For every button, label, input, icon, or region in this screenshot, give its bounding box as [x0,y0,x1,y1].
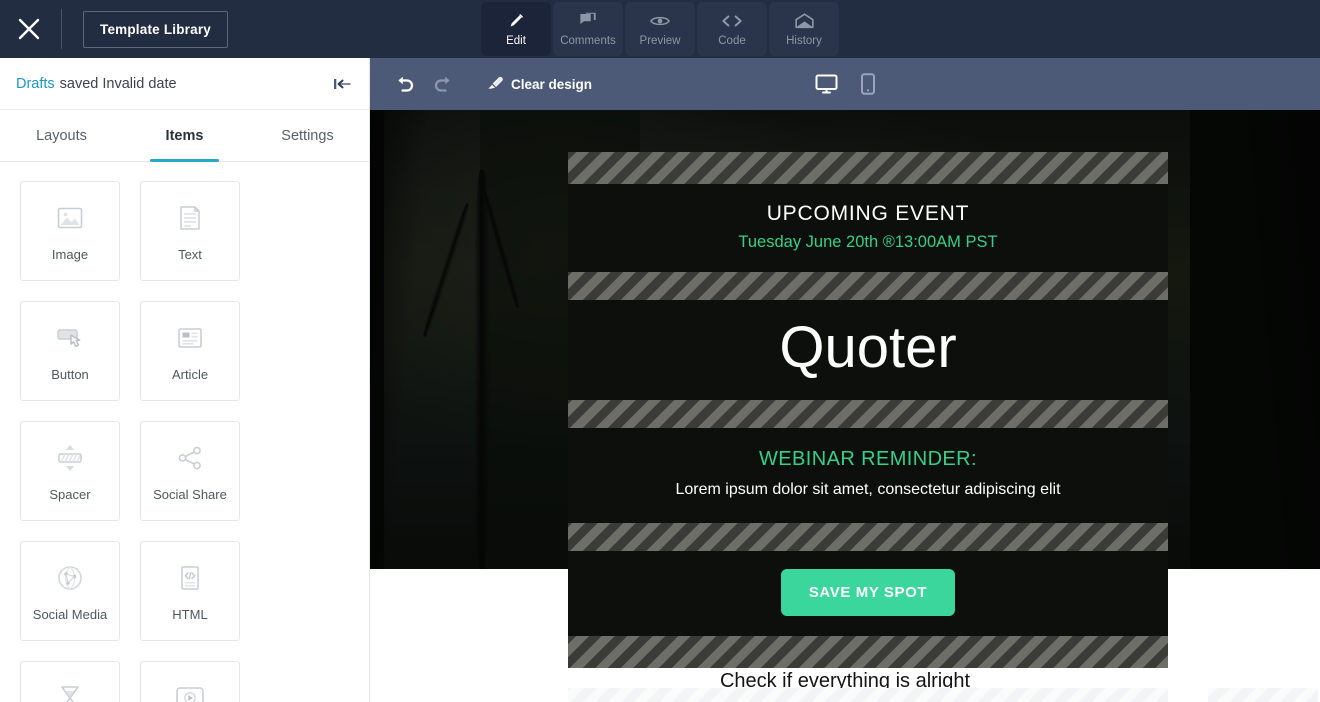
item-card-label: Social Media [32,606,108,622]
article-icon [175,321,205,355]
draft-status-bar: Drafts saved Invalid date [0,58,369,110]
code-icon [722,12,742,30]
stripe-divider [568,522,1168,551]
item-card-article[interactable]: Article [140,301,240,401]
item-card-spacer[interactable]: Spacer [20,421,120,521]
redo-button[interactable] [426,67,460,101]
event-date: Tuesday June 20th ®13:00AM PST [738,233,998,251]
topbar-divider [61,9,62,49]
item-card-label: Image [51,246,89,262]
tab-history-label: History [786,34,822,47]
stripe-divider [568,399,1168,428]
tab-edit-label: Edit [506,34,526,47]
event-title: UPCOMING EVENT [766,202,970,225]
undo-button[interactable] [388,67,422,101]
item-card-html[interactable]: HTML [140,541,240,641]
brand-section[interactable]: Quoter [568,300,1168,400]
webinar-body: Lorem ipsum dolor sit amet, consectetur … [675,480,1061,498]
items-grid: Image Text Button Article Spacer Social … [0,162,369,702]
top-nav: Edit Comments Preview Code History [480,0,840,58]
design-stage: UPCOMING EVENT Tuesday June 20th ®13:00A… [370,110,1320,702]
tab-code-label: Code [718,34,746,47]
editor-canvas: Clear design UPCOMING EVENT Tuesday June… [370,58,1320,702]
ghost-stripe-row [370,688,1320,702]
image-icon [55,201,85,235]
html-code-icon [175,561,205,595]
pencil-icon [508,12,525,30]
device-toggle [815,73,876,95]
stripe-divider [568,152,1168,184]
video-play-icon [174,681,206,702]
hourglass-icon [57,681,83,702]
globe-network-icon [55,561,85,595]
tab-preview[interactable]: Preview [625,2,695,56]
item-card-button[interactable]: Button [20,301,120,401]
item-card-social-media[interactable]: Social Media [20,541,120,641]
envelope-icon [794,12,814,30]
stripe-divider [568,635,1168,668]
template-library-button[interactable]: Template Library [83,10,228,48]
mobile-icon[interactable] [861,73,876,95]
left-panel: Drafts saved Invalid date Layouts Items … [0,58,370,702]
redo-icon [432,75,454,93]
panel-tab-layouts[interactable]: Layouts [0,110,123,161]
panel-tabs: Layouts Items Settings [0,110,369,162]
item-card-video[interactable]: Video [140,661,240,702]
brand-title: Quoter [779,315,957,380]
comment-icon [579,12,597,30]
close-button[interactable] [0,0,58,58]
email-template: UPCOMING EVENT Tuesday June 20th ®13:00A… [568,152,1168,668]
item-card-timer[interactable]: Timer [20,661,120,702]
cta-section[interactable]: SAVE MY SPOT [568,550,1168,636]
item-card-label: Text [178,246,202,262]
item-card-label: HTML [172,606,208,622]
draft-saved-status: saved Invalid date [59,75,177,92]
webinar-heading: WEBINAR REMINDER: [759,447,977,470]
item-card-label: Article [171,366,209,382]
panel-tab-settings[interactable]: Settings [246,110,369,161]
close-icon [16,16,42,42]
stripe-divider [568,272,1168,300]
tab-preview-label: Preview [639,34,681,47]
save-my-spot-button[interactable]: SAVE MY SPOT [780,568,956,616]
main-body: Drafts saved Invalid date Layouts Items … [0,58,1320,702]
item-card-image[interactable]: Image [20,181,120,281]
undo-icon [394,75,416,93]
clear-design-button[interactable]: Clear design [486,74,592,94]
share-icon [175,441,205,475]
ghost-stripe-main [568,688,1168,702]
item-card-social-share[interactable]: Social Share [140,421,240,521]
tab-comments-label: Comments [560,34,616,47]
tab-history[interactable]: History [769,2,839,56]
ghost-stripe-side [1208,688,1318,702]
edit-toolbar: Clear design [370,58,1320,110]
item-card-label: Spacer [49,486,91,502]
drafts-link[interactable]: Drafts [16,76,55,92]
panel-tab-items[interactable]: Items [123,110,246,162]
text-document-icon [175,201,205,235]
spacer-icon [54,441,86,475]
webinar-section[interactable]: WEBINAR REMINDER: Lorem ipsum dolor sit … [568,427,1168,523]
item-card-label: Social Share [153,486,227,502]
item-card-text[interactable]: Text [140,181,240,281]
tab-comments[interactable]: Comments [553,2,623,56]
item-card-label: Button [51,366,89,382]
top-bar: Template Library Edit Comments Preview C… [0,0,1320,58]
desktop-icon[interactable] [815,74,839,94]
eraser-icon [486,74,503,94]
tab-code[interactable]: Code [697,2,767,56]
eye-icon [650,12,670,30]
button-click-icon [54,321,86,355]
app-root: Template Library Edit Comments Preview C… [0,0,1320,702]
collapse-left-icon[interactable] [333,77,353,91]
clear-design-label: Clear design [511,76,593,92]
tab-edit[interactable]: Edit [481,2,551,56]
event-section[interactable]: UPCOMING EVENT Tuesday June 20th ®13:00A… [568,184,1168,272]
